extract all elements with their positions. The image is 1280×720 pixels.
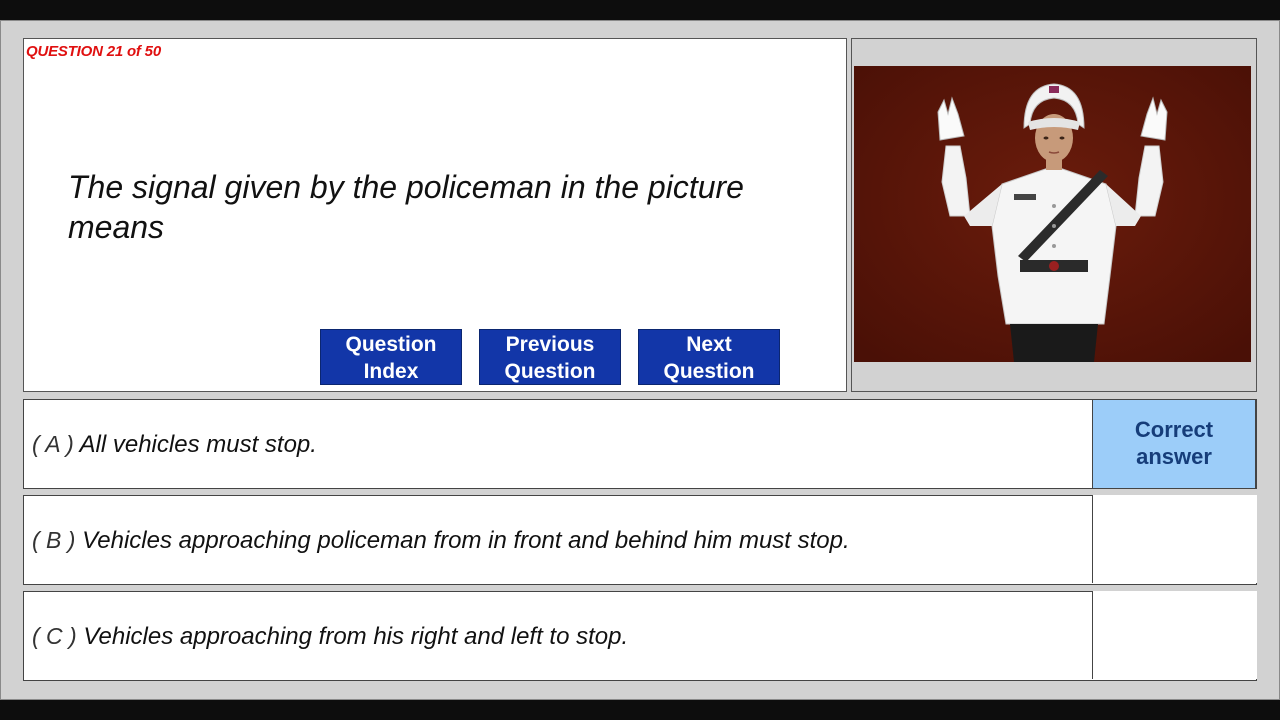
answer-c-mark-cell <box>1092 591 1257 679</box>
correct-answer-label-line1: Correct <box>1134 417 1214 442</box>
next-question-button[interactable]: Next Question <box>638 329 780 385</box>
next-question-label-line1: Next <box>686 333 732 356</box>
answer-b-prefix: ( B ) <box>32 527 76 553</box>
answer-b-label: Vehicles approaching policeman from in f… <box>82 527 850 554</box>
question-text: The signal given by the policeman in the… <box>68 169 744 245</box>
question-index-button[interactable]: Question Index <box>320 329 462 385</box>
question-panel: QUESTION 21 of 50 The signal given by th… <box>23 38 847 392</box>
question-number: QUESTION 21 of 50 <box>26 43 161 60</box>
bottom-letterbox-bar <box>0 700 1280 720</box>
answer-a-prefix: ( A ) <box>32 431 74 457</box>
previous-question-button[interactable]: Previous Question <box>479 329 621 385</box>
question-index-label-line1: Question <box>345 333 437 356</box>
answer-c-prefix: ( C ) <box>32 623 77 649</box>
answer-c-text[interactable]: ( C ) Vehicles approaching from his righ… <box>32 592 628 680</box>
previous-question-label-line2: Question <box>504 360 596 383</box>
answer-a-label: All vehicles must stop. <box>79 431 317 458</box>
answer-option-a: ( A ) All vehicles must stop. Correct an… <box>23 399 1257 489</box>
answer-b-text[interactable]: ( B ) Vehicles approaching policeman fro… <box>32 496 850 584</box>
top-letterbox-bar <box>0 0 1280 20</box>
next-question-label-line2: Question <box>663 360 755 383</box>
correct-answer-label-line2: answer <box>1136 444 1212 469</box>
answer-b-mark-cell <box>1092 495 1257 583</box>
policeman-signal-image <box>854 66 1251 362</box>
answer-a-text[interactable]: ( A ) All vehicles must stop. <box>32 400 317 488</box>
question-index-label-line2: Index <box>363 360 419 383</box>
quiz-frame: QUESTION 21 of 50 The signal given by th… <box>0 20 1280 700</box>
answer-option-c: ( C ) Vehicles approaching from his righ… <box>23 591 1257 681</box>
policeman-illustration <box>854 66 1251 362</box>
correct-answer-indicator: Correct answer <box>1092 399 1256 489</box>
previous-question-label-line1: Previous <box>505 333 595 356</box>
image-panel <box>851 38 1257 392</box>
answer-option-b: ( B ) Vehicles approaching policeman fro… <box>23 495 1257 585</box>
answer-c-label: Vehicles approaching from his right and … <box>83 623 629 650</box>
